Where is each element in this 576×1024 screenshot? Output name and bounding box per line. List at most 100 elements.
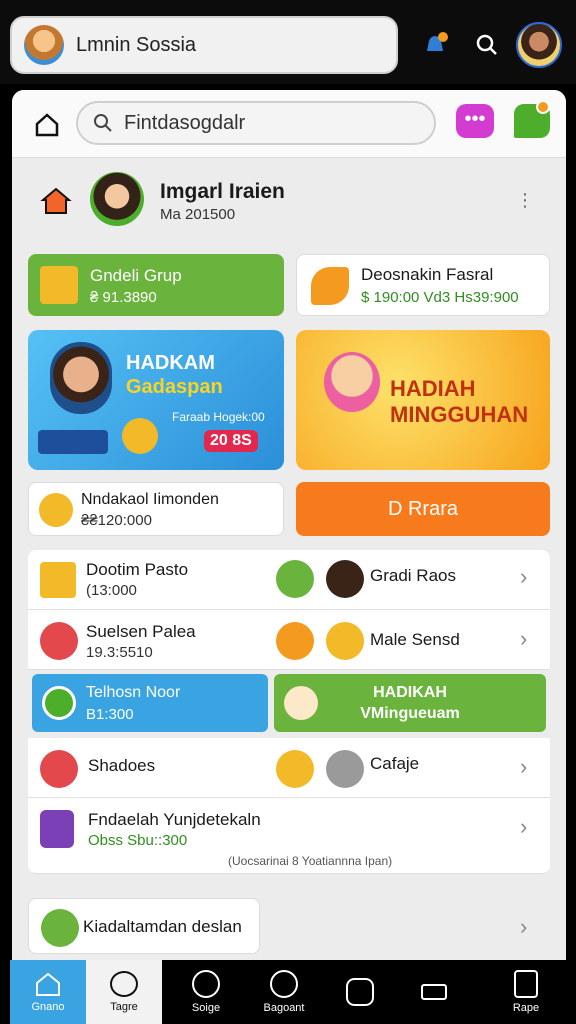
list-item-right-label: Cafaje [370,754,420,773]
promo-left-score: 20 8S [204,430,258,452]
list-item-title: Suelsen Palea [86,622,196,641]
profile-avatar[interactable] [90,172,144,226]
group-title: Gndeli Grup [90,266,182,285]
baby-mascot-icon [324,352,380,412]
bonus-card[interactable]: Nndakaol Iimonden ₴₴120:000 [28,482,284,536]
clock-icon [192,970,220,998]
list-item-right-label: Male Sensd [370,630,460,649]
search-icon[interactable] [470,28,504,62]
split-right-button[interactable]: HADIKAH VMingueuam [274,674,546,732]
nav-label: Tagre [110,1001,138,1013]
box-icon [40,266,78,304]
book-icon [40,810,74,848]
nav-settings[interactable]: Bagoant [246,960,322,1024]
nav-label: Gnano [31,1001,65,1013]
nav-gifts[interactable]: Tagre [86,960,162,1024]
notification-bell-icon[interactable] [418,28,452,62]
chevron-right-icon: › [520,626,528,651]
split-left-title: Telhosn Noor [86,684,181,701]
nav-label: Soige [191,1002,221,1014]
promo-left-title2: Gadaspan [126,376,223,398]
promo-card-left[interactable]: HADKAM Gadaspan Faraab Hogek:00 20 8S [28,330,284,470]
user-avatar[interactable] [516,22,562,68]
avatar-icon [326,560,364,598]
reward-value: $ 190:00 Vd3 Hs39:900 [361,289,519,306]
list-item-title: Shadoes [88,756,156,775]
app-title: Lmnin Sossia [76,33,197,56]
search-bar[interactable]: Fintdasogdalr [76,101,436,145]
panel-header: Fintdasogdalr ••• [12,90,566,158]
profile-name: Imgarl Iraien [160,180,285,203]
chevron-right-icon: › [520,564,528,589]
screen-icon [421,984,447,1000]
notification-dot [536,100,550,114]
bonus-value: ₴₴120:000 [81,512,152,529]
chevron-right-icon: › [520,814,528,839]
split-right-title2: VMingueuam [360,705,460,722]
list-item-title: Dootim Pasto [86,560,189,579]
list-item[interactable]: Shadoes Cafaje › [28,738,550,798]
mascot-icon [122,418,158,454]
nav-puzzle[interactable] [322,960,398,1024]
chevron-right-icon[interactable]: › [520,914,527,940]
list-item[interactable]: Dootim Pasto (13:000 Gradi Raos › [28,550,550,610]
avatar-icon [276,560,314,598]
app-avatar-icon [24,25,64,65]
list-item-right-label: Gradi Raos [370,566,456,585]
cat-icon [276,622,314,660]
profile-subtitle: Ma 201500 [160,206,236,223]
bottom-card-title: Kiadaltamdan deslan [83,917,242,936]
list-item[interactable]: Fndaelah Yunjdetekaln Obss Sbu::300 (Uoc… [28,798,550,874]
gift-icon [110,971,138,997]
promo-right-title1: HADIAH [390,376,476,401]
top-bar: Lmnin Sossia [0,0,576,84]
list-item-title: Fndaelah Yunjdetekaln [88,810,261,829]
carrot-icon [311,267,349,305]
nav-label: Rape [512,1002,540,1014]
more-options-icon[interactable]: ⋮ [516,190,534,211]
document-icon [514,970,538,998]
main-panel: Fintdasogdalr ••• Imgarl Iraien Ma 20150… [12,90,566,960]
clover-icon [41,909,79,947]
host-avatar [50,342,112,414]
robot-icon [326,750,364,788]
search-icon [94,114,112,132]
orange-action-button[interactable]: D Rrara [296,482,550,536]
box-icon [40,562,76,598]
promo-card-right[interactable]: HADIAH MINGGUHAN [296,330,550,470]
nav-screen[interactable] [396,960,472,1024]
apple-icon [40,750,78,788]
flower-icon [276,750,314,788]
gear-icon [270,970,298,998]
check-icon [42,686,76,720]
list-item-value: (13:000 [86,582,137,599]
bonus-title: Nndakaol Iimonden [81,491,219,508]
reward-title: Deosnakin Fasral [361,265,494,284]
nav-profile[interactable]: Rape [488,960,564,1024]
puzzle-icon [346,978,374,1006]
list-item-value: 19.3:5510 [86,644,153,661]
bottom-nav: Gnano Tagre Soige Bagoant Rape [0,960,576,1024]
promo-left-badges [38,430,108,454]
bottom-card[interactable]: Kiadaltamdan deslan [28,898,260,954]
nav-clock[interactable]: Soige [168,960,244,1024]
home-outline-icon[interactable] [32,110,62,145]
flower-icon [39,493,73,527]
nav-label: Bagoant [263,1002,305,1014]
chevron-right-icon: › [520,754,528,779]
group-card[interactable]: Gndeli Grup ₴ 91.3890 [28,254,284,316]
reward-card[interactable]: Deosnakin Fasral $ 190:00 Vd3 Hs39:900 [296,254,550,316]
promo-left-title1: HADKAM [126,352,215,374]
split-left-value: B1:300 [86,706,134,723]
list-item-caption: (Uocsarinai 8 Yoatiannna Ipan) [228,854,393,868]
house-icon[interactable] [40,186,72,221]
search-placeholder: Fintdasogdalr [124,111,246,134]
split-right-title1: HADIKAH [373,684,447,701]
app-title-pill[interactable]: Lmnin Sossia [10,16,398,74]
promo-right-title2: MINGGUHAN [390,402,529,427]
split-left-button[interactable]: Telhosn Noor B1:300 [32,674,268,732]
nav-home[interactable]: Gnano [10,960,86,1024]
smile-icon [326,622,364,660]
chat-icon[interactable]: ••• [456,104,494,138]
list-item[interactable]: Suelsen Palea 19.3:5510 Male Sensd › [28,610,550,670]
